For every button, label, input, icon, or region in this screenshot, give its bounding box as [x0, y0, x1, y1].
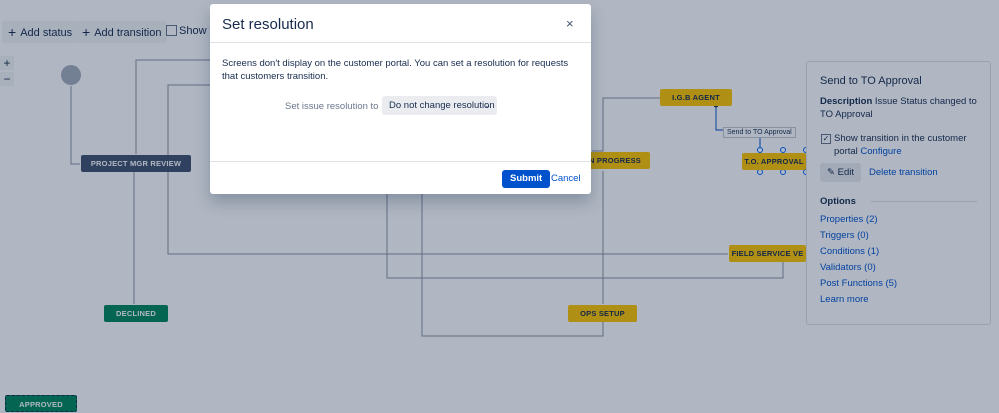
chevron-down-icon: ⌄ [484, 101, 491, 110]
dialog-header-divider [210, 42, 591, 43]
submit-button[interactable]: Submit [502, 170, 551, 188]
close-icon[interactable]: × [566, 16, 574, 31]
resolution-value: Do not change resolution [389, 100, 495, 111]
dialog-description: Screens don't display on the customer po… [222, 58, 569, 82]
dialog-footer-divider [210, 161, 591, 162]
cancel-button[interactable]: Cancel [551, 173, 581, 184]
set-resolution-dialog: Set resolution × Screens don't display o… [210, 4, 591, 194]
dialog-title: Set resolution [222, 16, 314, 33]
resolution-label: Set issue resolution to [285, 101, 379, 112]
resolution-select[interactable]: Do not change resolution ⌄ [382, 96, 497, 115]
